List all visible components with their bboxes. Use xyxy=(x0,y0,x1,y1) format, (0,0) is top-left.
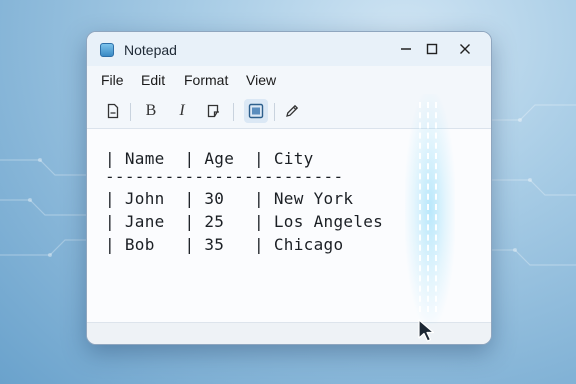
new-document-icon xyxy=(107,103,119,119)
editor-line: | Bob | 35 | Chicago xyxy=(105,235,344,254)
close-button[interactable] xyxy=(451,38,479,60)
italic-icon: I xyxy=(179,102,185,119)
menu-view[interactable]: View xyxy=(246,72,276,88)
paste-icon xyxy=(207,104,219,118)
notepad-window: Notepad File Edit Format View B I | Name… xyxy=(86,31,492,345)
close-icon xyxy=(460,44,470,54)
toolbar-separator xyxy=(130,103,131,121)
italic-button[interactable]: I xyxy=(170,99,194,123)
maximize-button[interactable] xyxy=(418,38,446,60)
new-document-button[interactable] xyxy=(101,99,125,123)
editor-line: | Jane | 25 | Los Angeles xyxy=(105,212,384,231)
table-view-button[interactable] xyxy=(244,99,268,123)
paste-button[interactable] xyxy=(202,99,226,123)
menu-bar: File Edit Format View xyxy=(87,66,491,94)
scan-glow xyxy=(405,94,455,324)
table-view-icon xyxy=(248,103,264,119)
maximize-icon xyxy=(426,43,438,55)
scan-line xyxy=(435,102,437,312)
menu-edit[interactable]: Edit xyxy=(141,72,165,88)
editor-line: | John | 30 | New York xyxy=(105,189,354,208)
notepad-app-icon xyxy=(100,43,114,57)
editor-line: | Name | Age | City xyxy=(105,149,314,168)
minimize-button[interactable] xyxy=(392,38,420,60)
bold-button[interactable]: B xyxy=(139,99,163,123)
menu-file[interactable]: File xyxy=(101,72,124,88)
scan-line xyxy=(427,102,429,312)
window-title: Notepad xyxy=(124,42,177,58)
pen-button[interactable] xyxy=(280,99,304,123)
toolbar-separator xyxy=(233,103,234,121)
menu-format[interactable]: Format xyxy=(184,72,228,88)
bold-icon: B xyxy=(145,102,157,119)
scan-line xyxy=(419,102,421,312)
toolbar-separator xyxy=(274,103,275,121)
pen-icon xyxy=(286,104,299,117)
minimize-icon xyxy=(401,48,411,50)
title-bar[interactable]: Notepad xyxy=(87,32,491,66)
editor-line: ------------------------ xyxy=(105,167,344,186)
mouse-pointer-icon xyxy=(418,319,435,342)
